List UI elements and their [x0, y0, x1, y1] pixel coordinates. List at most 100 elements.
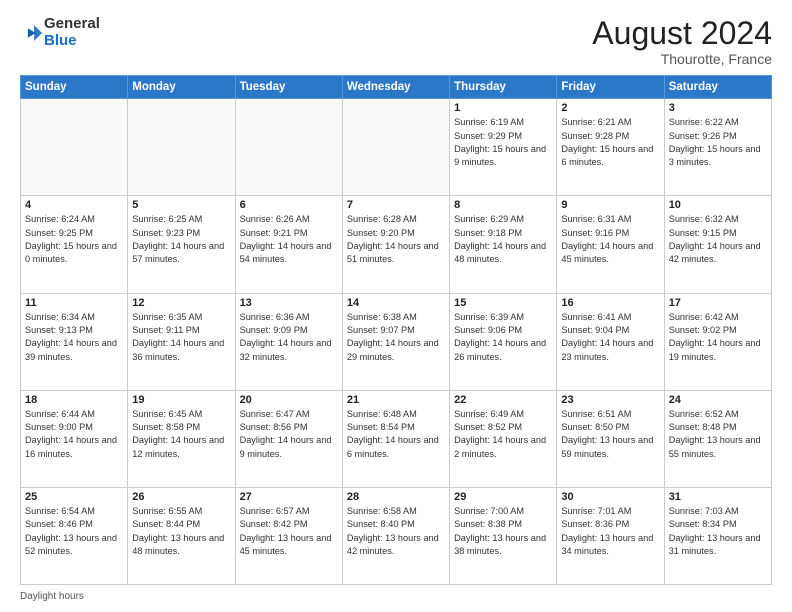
- calendar-week-row: 18Sunrise: 6:44 AMSunset: 9:00 PMDayligh…: [21, 390, 772, 487]
- table-row: 23Sunrise: 6:51 AMSunset: 8:50 PMDayligh…: [557, 390, 664, 487]
- day-info: Daylight: 13 hours and 45 minutes.: [240, 532, 338, 559]
- table-row: 24Sunrise: 6:52 AMSunset: 8:48 PMDayligh…: [664, 390, 771, 487]
- calendar-week-row: 11Sunrise: 6:34 AMSunset: 9:13 PMDayligh…: [21, 293, 772, 390]
- day-number: 21: [347, 394, 445, 406]
- logo-text: General Blue: [44, 16, 100, 49]
- day-number: 26: [132, 491, 230, 503]
- day-info: Daylight: 14 hours and 2 minutes.: [454, 434, 552, 461]
- table-row: 20Sunrise: 6:47 AMSunset: 8:56 PMDayligh…: [235, 390, 342, 487]
- page: General Blue August 2024 Thourotte, Fran…: [0, 0, 792, 612]
- table-row: 15Sunrise: 6:39 AMSunset: 9:06 PMDayligh…: [450, 293, 557, 390]
- day-info: Daylight: 14 hours and 32 minutes.: [240, 337, 338, 364]
- table-row: 9Sunrise: 6:31 AMSunset: 9:16 PMDaylight…: [557, 196, 664, 293]
- table-row: [235, 99, 342, 196]
- day-number: 18: [25, 394, 123, 406]
- day-number: 6: [240, 199, 338, 211]
- logo-icon: [20, 22, 42, 44]
- day-info: Sunrise: 6:34 AM: [25, 311, 123, 324]
- day-info: Sunset: 8:40 PM: [347, 518, 445, 531]
- day-info: Sunrise: 6:25 AM: [132, 213, 230, 226]
- day-info: Sunset: 8:38 PM: [454, 518, 552, 531]
- table-row: 4Sunrise: 6:24 AMSunset: 9:25 PMDaylight…: [21, 196, 128, 293]
- col-monday: Monday: [128, 76, 235, 99]
- logo: General Blue: [20, 16, 100, 49]
- col-wednesday: Wednesday: [342, 76, 449, 99]
- day-info: Sunset: 9:18 PM: [454, 227, 552, 240]
- table-row: 18Sunrise: 6:44 AMSunset: 9:00 PMDayligh…: [21, 390, 128, 487]
- day-info: Sunrise: 6:35 AM: [132, 311, 230, 324]
- day-info: Daylight: 13 hours and 31 minutes.: [669, 532, 767, 559]
- day-number: 1: [454, 102, 552, 114]
- table-row: 29Sunrise: 7:00 AMSunset: 8:38 PMDayligh…: [450, 487, 557, 584]
- calendar-header-row: Sunday Monday Tuesday Wednesday Thursday…: [21, 76, 772, 99]
- day-info: Sunset: 9:25 PM: [25, 227, 123, 240]
- footer-daylight-label: Daylight hours: [20, 591, 84, 602]
- day-number: 14: [347, 297, 445, 309]
- day-info: Daylight: 14 hours and 19 minutes.: [669, 337, 767, 364]
- day-info: Daylight: 14 hours and 51 minutes.: [347, 240, 445, 267]
- day-info: Sunset: 8:48 PM: [669, 421, 767, 434]
- day-info: Daylight: 14 hours and 39 minutes.: [25, 337, 123, 364]
- day-info: Sunrise: 6:29 AM: [454, 213, 552, 226]
- day-number: 29: [454, 491, 552, 503]
- table-row: 28Sunrise: 6:58 AMSunset: 8:40 PMDayligh…: [342, 487, 449, 584]
- table-row: 16Sunrise: 6:41 AMSunset: 9:04 PMDayligh…: [557, 293, 664, 390]
- table-row: 17Sunrise: 6:42 AMSunset: 9:02 PMDayligh…: [664, 293, 771, 390]
- day-info: Sunrise: 6:58 AM: [347, 505, 445, 518]
- calendar-week-row: 1Sunrise: 6:19 AMSunset: 9:29 PMDaylight…: [21, 99, 772, 196]
- day-info: Sunrise: 6:47 AM: [240, 408, 338, 421]
- day-info: Sunrise: 6:57 AM: [240, 505, 338, 518]
- day-info: Sunset: 9:20 PM: [347, 227, 445, 240]
- day-info: Sunrise: 6:49 AM: [454, 408, 552, 421]
- day-number: 20: [240, 394, 338, 406]
- day-info: Sunset: 9:09 PM: [240, 324, 338, 337]
- col-sunday: Sunday: [21, 76, 128, 99]
- day-info: Sunset: 9:02 PM: [669, 324, 767, 337]
- day-info: Sunrise: 6:22 AM: [669, 116, 767, 129]
- day-number: 8: [454, 199, 552, 211]
- day-number: 17: [669, 297, 767, 309]
- table-row: 7Sunrise: 6:28 AMSunset: 9:20 PMDaylight…: [342, 196, 449, 293]
- day-info: Daylight: 13 hours and 42 minutes.: [347, 532, 445, 559]
- day-info: Sunrise: 6:44 AM: [25, 408, 123, 421]
- table-row: 2Sunrise: 6:21 AMSunset: 9:28 PMDaylight…: [557, 99, 664, 196]
- day-number: 13: [240, 297, 338, 309]
- day-info: Sunrise: 6:39 AM: [454, 311, 552, 324]
- day-number: 2: [561, 102, 659, 114]
- day-info: Sunrise: 6:38 AM: [347, 311, 445, 324]
- day-info: Sunset: 8:42 PM: [240, 518, 338, 531]
- day-number: 31: [669, 491, 767, 503]
- day-number: 12: [132, 297, 230, 309]
- day-info: Daylight: 14 hours and 57 minutes.: [132, 240, 230, 267]
- calendar-week-row: 4Sunrise: 6:24 AMSunset: 9:25 PMDaylight…: [21, 196, 772, 293]
- col-thursday: Thursday: [450, 76, 557, 99]
- day-number: 19: [132, 394, 230, 406]
- day-number: 15: [454, 297, 552, 309]
- day-info: Sunset: 8:36 PM: [561, 518, 659, 531]
- table-row: 11Sunrise: 6:34 AMSunset: 9:13 PMDayligh…: [21, 293, 128, 390]
- day-info: Daylight: 14 hours and 23 minutes.: [561, 337, 659, 364]
- day-info: Sunset: 8:44 PM: [132, 518, 230, 531]
- table-row: 6Sunrise: 6:26 AMSunset: 9:21 PMDaylight…: [235, 196, 342, 293]
- day-number: 25: [25, 491, 123, 503]
- day-info: Sunset: 9:04 PM: [561, 324, 659, 337]
- day-info: Sunset: 9:15 PM: [669, 227, 767, 240]
- logo-blue: Blue: [44, 32, 77, 49]
- day-info: Daylight: 15 hours and 9 minutes.: [454, 143, 552, 170]
- day-info: Sunset: 8:34 PM: [669, 518, 767, 531]
- day-info: Sunset: 8:58 PM: [132, 421, 230, 434]
- day-info: Daylight: 14 hours and 26 minutes.: [454, 337, 552, 364]
- day-info: Daylight: 14 hours and 42 minutes.: [669, 240, 767, 267]
- day-info: Daylight: 13 hours and 48 minutes.: [132, 532, 230, 559]
- footer: Daylight hours: [20, 591, 772, 602]
- day-number: 10: [669, 199, 767, 211]
- day-number: 22: [454, 394, 552, 406]
- day-info: Daylight: 13 hours and 55 minutes.: [669, 434, 767, 461]
- table-row: 19Sunrise: 6:45 AMSunset: 8:58 PMDayligh…: [128, 390, 235, 487]
- day-info: Sunrise: 7:03 AM: [669, 505, 767, 518]
- table-row: 10Sunrise: 6:32 AMSunset: 9:15 PMDayligh…: [664, 196, 771, 293]
- day-info: Sunset: 8:52 PM: [454, 421, 552, 434]
- table-row: [342, 99, 449, 196]
- day-info: Daylight: 14 hours and 54 minutes.: [240, 240, 338, 267]
- day-info: Daylight: 13 hours and 38 minutes.: [454, 532, 552, 559]
